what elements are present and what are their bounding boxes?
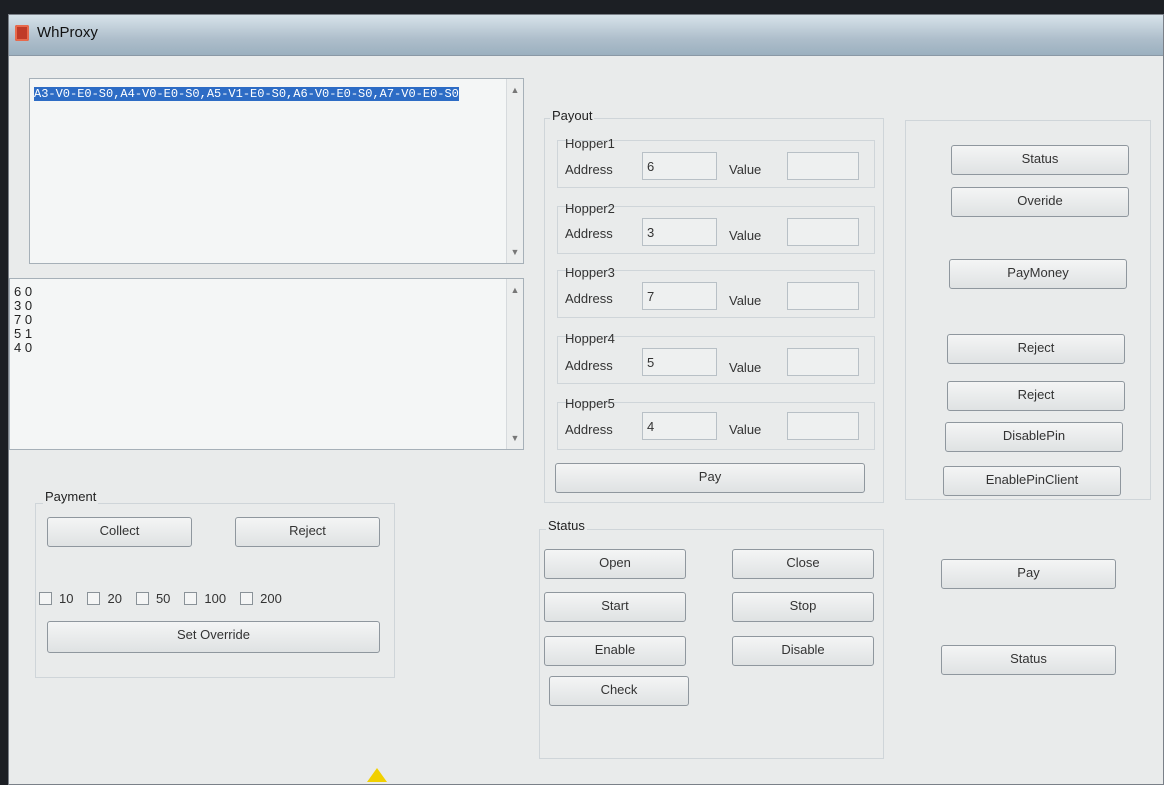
result-line: 4 0: [14, 340, 33, 355]
result-line: 6 0: [14, 284, 33, 299]
value-label: Value: [729, 422, 762, 437]
reject-button-2[interactable]: Reject: [947, 381, 1125, 411]
address-label: Address: [565, 422, 613, 437]
denomination-20[interactable]: 20: [87, 591, 122, 606]
address-label: Address: [565, 358, 613, 373]
address-label: Address: [565, 291, 613, 306]
close-button[interactable]: Close: [732, 549, 874, 579]
value-label: Value: [729, 293, 762, 308]
address-label: Address: [565, 162, 613, 177]
window-title: WhProxy: [37, 24, 98, 41]
open-button[interactable]: Open: [544, 549, 686, 579]
results-textbox[interactable]: 6 0 3 0 7 0 5 1 4 0 ▲ ▼: [9, 278, 524, 450]
hopper5-value-field[interactable]: [787, 412, 859, 440]
status-button[interactable]: Status: [951, 145, 1129, 175]
hopper4-address-field[interactable]: 5: [642, 348, 717, 376]
checkbox[interactable]: [39, 592, 52, 605]
payment-group-label: Payment: [43, 489, 99, 504]
override-button[interactable]: Overide: [951, 187, 1129, 217]
selected-log-text: A3-V0-E0-S0,A4-V0-E0-S0,A5-V1-E0-S0,A6-V…: [34, 87, 459, 101]
status-group-label: Status: [546, 518, 587, 533]
scroll-down-icon[interactable]: ▼: [507, 433, 523, 443]
result-line: 5 1: [14, 326, 33, 341]
disablepin-button[interactable]: DisablePin: [945, 422, 1123, 452]
hopper4-value-field[interactable]: [787, 348, 859, 376]
title-bar[interactable]: WhProxy: [9, 15, 1163, 56]
hopper1-title: Hopper1: [565, 136, 615, 151]
value-label: Value: [729, 360, 762, 375]
log-textbox[interactable]: A3-V0-E0-S0,A4-V0-E0-S0,A5-V1-E0-S0,A6-V…: [29, 78, 524, 264]
results-scrollbar[interactable]: ▲ ▼: [506, 279, 523, 449]
payout-pay-button[interactable]: Pay: [555, 463, 865, 493]
hopper5-title: Hopper5: [565, 396, 615, 411]
hopper5-address-field[interactable]: 4: [642, 412, 717, 440]
value-label: Value: [729, 162, 762, 177]
status-button-2[interactable]: Status: [941, 645, 1116, 675]
paymoney-button[interactable]: PayMoney: [949, 259, 1127, 289]
reject-button[interactable]: Reject: [235, 517, 380, 547]
denomination-200[interactable]: 200: [240, 591, 282, 606]
hopper3-value-field[interactable]: [787, 282, 859, 310]
denomination-checkboxes: 10 20 50 100 200: [39, 591, 296, 606]
set-override-button[interactable]: Set Override: [47, 621, 380, 653]
result-line: 3 0: [14, 298, 33, 313]
checkbox[interactable]: [184, 592, 198, 605]
scroll-down-icon[interactable]: ▼: [507, 247, 523, 257]
stop-button[interactable]: Stop: [732, 592, 874, 622]
denomination-10[interactable]: 10: [39, 591, 73, 606]
hopper1-address-field[interactable]: 6: [642, 152, 717, 180]
checkbox[interactable]: [135, 592, 149, 605]
check-button[interactable]: Check: [549, 676, 689, 706]
enablepinclient-button[interactable]: EnablePinClient: [943, 466, 1121, 496]
payout-group-label: Payout: [550, 108, 595, 123]
log-scrollbar[interactable]: ▲ ▼: [506, 79, 523, 263]
denomination-100[interactable]: 100: [184, 591, 226, 606]
denomination-50[interactable]: 50: [135, 591, 170, 606]
hopper2-address-field[interactable]: 3: [642, 218, 717, 246]
collect-button[interactable]: Collect: [47, 517, 192, 547]
hopper3-title: Hopper3: [565, 265, 615, 280]
app-icon: [15, 25, 29, 41]
cursor-icon: [367, 768, 387, 782]
checkbox[interactable]: [240, 592, 254, 605]
value-label: Value: [729, 228, 762, 243]
result-line: 7 0: [14, 312, 33, 327]
scroll-up-icon[interactable]: ▲: [507, 85, 523, 95]
checkbox[interactable]: [87, 592, 101, 605]
results-list: 6 0 3 0 7 0 5 1 4 0: [14, 285, 32, 355]
reject-button-1[interactable]: Reject: [947, 334, 1125, 364]
enable-button[interactable]: Enable: [544, 636, 686, 666]
address-label: Address: [565, 226, 613, 241]
app-window: WhProxy A3-V0-E0-S0,A4-V0-E0-S0,A5-V1-E0…: [8, 14, 1164, 785]
hopper2-title: Hopper2: [565, 201, 615, 216]
hopper3-address-field[interactable]: 7: [642, 282, 717, 310]
hopper1-value-field[interactable]: [787, 152, 859, 180]
hopper2-value-field[interactable]: [787, 218, 859, 246]
start-button[interactable]: Start: [544, 592, 686, 622]
client-area: A3-V0-E0-S0,A4-V0-E0-S0,A5-V1-E0-S0,A6-V…: [9, 56, 1163, 784]
disable-button[interactable]: Disable: [732, 636, 874, 666]
hopper4-title: Hopper4: [565, 331, 615, 346]
scroll-up-icon[interactable]: ▲: [507, 285, 523, 295]
right-pay-button[interactable]: Pay: [941, 559, 1116, 589]
